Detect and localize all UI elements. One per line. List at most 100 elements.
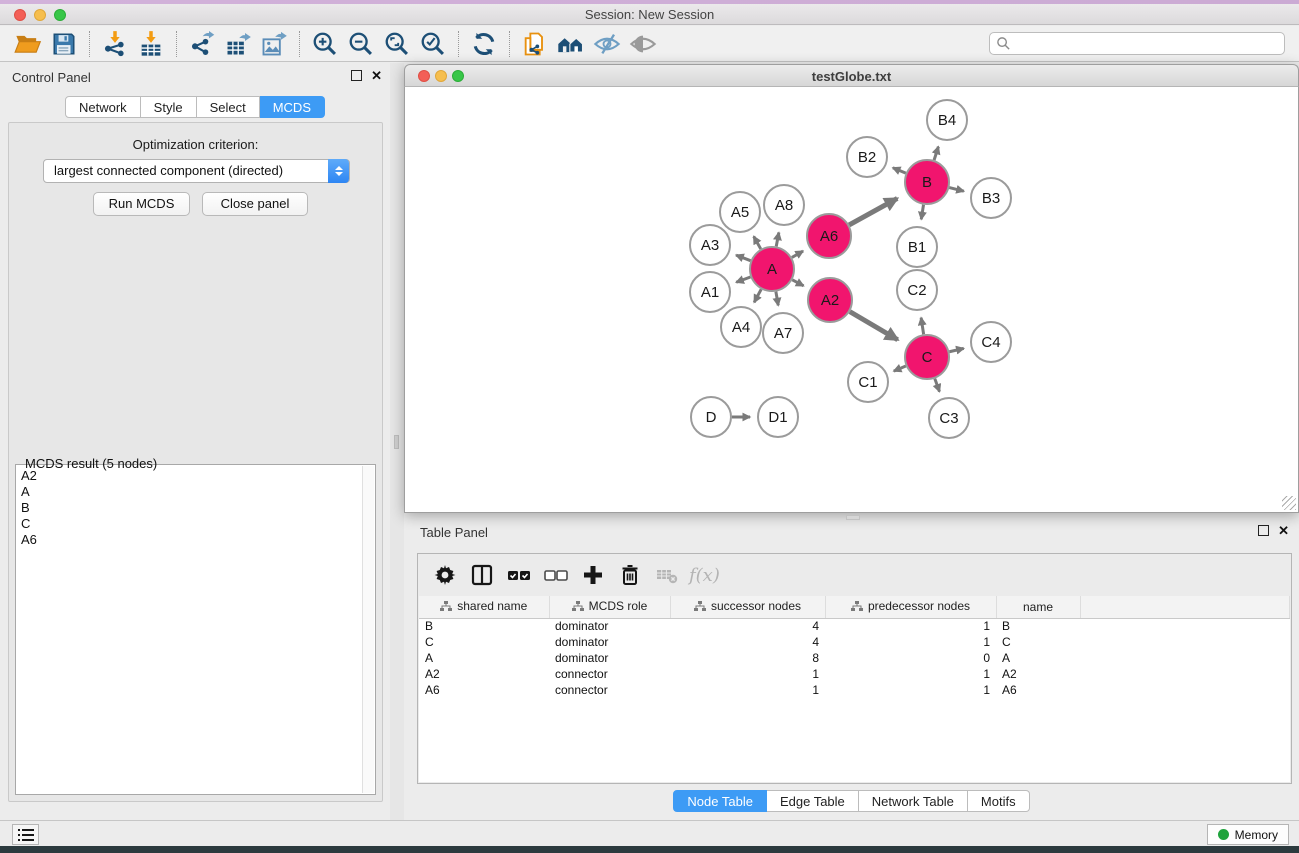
mcds-result-item[interactable]: A	[21, 484, 362, 500]
edge-C-C2[interactable]	[921, 318, 923, 335]
table-row[interactable]: A6connector11A6	[419, 682, 1290, 698]
edge-B-B3[interactable]	[949, 188, 964, 192]
edge-A-A4[interactable]	[754, 289, 761, 302]
table-cell[interactable]: A6	[996, 682, 1080, 698]
table-cell[interactable]: A	[419, 650, 549, 666]
show-column-button[interactable]	[463, 560, 500, 590]
import-network-button[interactable]	[97, 29, 133, 59]
export-network-button[interactable]	[184, 29, 220, 59]
zoom-selected-button[interactable]	[415, 29, 451, 59]
table-row[interactable]: Bdominator41B	[419, 618, 1290, 634]
search-input[interactable]	[989, 32, 1285, 55]
export-image-button[interactable]	[256, 29, 292, 59]
network-window-titlebar[interactable]: testGlobe.txt	[404, 64, 1299, 87]
delete-table-button[interactable]	[648, 560, 685, 590]
table-cell[interactable]: C	[996, 634, 1080, 650]
tab-network[interactable]: Network	[65, 96, 141, 118]
table-cell[interactable]: connector	[549, 666, 670, 682]
select-all-button[interactable]	[500, 560, 537, 590]
table-cell[interactable]: 1	[825, 618, 996, 634]
table-cell[interactable]: dominator	[549, 634, 670, 650]
table-cell[interactable]: connector	[549, 682, 670, 698]
task-history-button[interactable]	[12, 824, 39, 845]
table-cell[interactable]: 4	[670, 634, 825, 650]
tab-motifs[interactable]: Motifs	[968, 790, 1030, 812]
edge-A6-B[interactable]	[849, 198, 897, 224]
vertical-splitter[interactable]	[390, 63, 404, 820]
horizontal-splitter-handle[interactable]	[846, 515, 860, 520]
float-panel-icon[interactable]	[351, 70, 362, 81]
table-row[interactable]: Cdominator41C	[419, 634, 1290, 650]
mcds-result-item[interactable]: C	[21, 516, 362, 532]
table-cell[interactable]: 1	[825, 666, 996, 682]
edge-A-A2[interactable]	[792, 280, 803, 286]
table-cell[interactable]: dominator	[549, 618, 670, 634]
table-cell[interactable]: 1	[670, 666, 825, 682]
table-cell[interactable]: B	[996, 618, 1080, 634]
float-table-panel-icon[interactable]	[1258, 525, 1269, 536]
memory-button[interactable]: Memory	[1207, 824, 1289, 845]
tab-edge-table[interactable]: Edge Table	[767, 790, 859, 812]
zoom-out-button[interactable]	[343, 29, 379, 59]
home-button[interactable]	[553, 29, 589, 59]
col-predecessor-nodes[interactable]: predecessor nodes	[825, 596, 996, 618]
col-successor-nodes[interactable]: successor nodes	[670, 596, 825, 618]
export-table-button[interactable]	[220, 29, 256, 59]
table-row[interactable]: Adominator80A	[419, 650, 1290, 666]
edge-A-A6[interactable]	[792, 251, 803, 257]
table-settings-button[interactable]	[426, 560, 463, 590]
window-resize-grip[interactable]	[1282, 496, 1296, 510]
run-mcds-button[interactable]: Run MCDS	[93, 192, 190, 216]
tab-style[interactable]: Style	[141, 96, 197, 118]
result-scrollbar[interactable]	[362, 466, 374, 793]
table-cell[interactable]: 1	[670, 682, 825, 698]
delete-column-button[interactable]	[611, 560, 648, 590]
tab-network-table[interactable]: Network Table	[859, 790, 968, 812]
duplicate-network-button[interactable]	[517, 29, 553, 59]
criterion-select[interactable]: largest connected component (directed)	[43, 159, 350, 183]
table-cell[interactable]: A	[996, 650, 1080, 666]
table-cell[interactable]: 4	[670, 618, 825, 634]
table-cell[interactable]: A2	[419, 666, 549, 682]
close-table-panel-icon[interactable]: ✕	[1278, 525, 1289, 536]
mcds-result-item[interactable]: B	[21, 500, 362, 516]
table-cell[interactable]: dominator	[549, 650, 670, 666]
tab-select[interactable]: Select	[197, 96, 260, 118]
edge-A2-C[interactable]	[850, 312, 898, 340]
mcds-result-item[interactable]: A6	[21, 532, 362, 548]
edge-A-A5[interactable]	[754, 236, 761, 249]
col-name[interactable]: name	[996, 596, 1080, 618]
table-cell[interactable]: 1	[825, 682, 996, 698]
hide-graphics-details-button[interactable]	[589, 29, 625, 59]
add-column-button[interactable]	[574, 560, 611, 590]
table-cell[interactable]: C	[419, 634, 549, 650]
edge-C-C4[interactable]	[949, 348, 963, 351]
splitter-handle[interactable]	[394, 435, 399, 449]
import-table-button[interactable]	[133, 29, 169, 59]
tab-mcds[interactable]: MCDS	[260, 96, 325, 118]
edge-B-B4[interactable]	[934, 147, 938, 160]
table-cell[interactable]: A2	[996, 666, 1080, 682]
close-panel-button[interactable]: Close panel	[202, 192, 308, 216]
table-cell[interactable]: 1	[825, 634, 996, 650]
table-cell[interactable]: A6	[419, 682, 549, 698]
edge-C-C1[interactable]	[894, 366, 906, 371]
table-row[interactable]: A2connector11A2	[419, 666, 1290, 682]
table-cell[interactable]: 0	[825, 650, 996, 666]
table-cell[interactable]: B	[419, 618, 549, 634]
col-mcds-role[interactable]: MCDS role	[549, 596, 670, 618]
edge-A-A3[interactable]	[736, 255, 750, 261]
close-panel-icon[interactable]: ✕	[371, 70, 382, 81]
edge-A-A8[interactable]	[776, 233, 779, 247]
open-file-button[interactable]	[10, 29, 46, 59]
refresh-button[interactable]	[466, 29, 502, 59]
col-shared-name[interactable]: shared name	[419, 596, 549, 618]
show-graphics-details-button[interactable]	[625, 29, 661, 59]
tab-node-table[interactable]: Node Table	[673, 790, 767, 812]
function-builder-button[interactable]: f(x)	[689, 565, 720, 586]
zoom-fit-button[interactable]	[379, 29, 415, 59]
network-canvas[interactable]: AA1A3A5A8A4A7A6A2BB1B2B3B4CC1C2C3C4DD1	[404, 87, 1299, 513]
edge-A-A1[interactable]	[736, 277, 750, 282]
edge-B-B1[interactable]	[921, 205, 923, 220]
zoom-in-button[interactable]	[307, 29, 343, 59]
